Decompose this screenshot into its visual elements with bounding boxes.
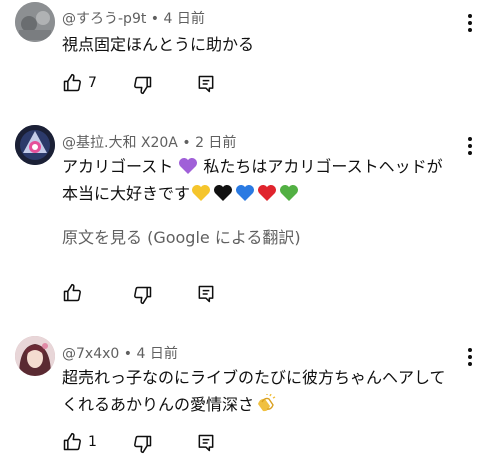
timestamp[interactable]: 4 日前 bbox=[164, 11, 205, 27]
thumbs-down-icon bbox=[134, 286, 152, 305]
comment-actions: 1 bbox=[0, 429, 500, 459]
reply-icon bbox=[198, 434, 214, 452]
like-count: 1 bbox=[88, 434, 97, 450]
thumbs-up-icon bbox=[63, 73, 81, 92]
author-name[interactable]: @基拉.大和 X20A bbox=[62, 135, 178, 151]
dislike-button[interactable] bbox=[133, 75, 153, 95]
reply-button[interactable] bbox=[196, 433, 216, 453]
reply-icon bbox=[198, 285, 214, 303]
thumbs-up-icon bbox=[63, 283, 81, 302]
comment-text: 視点固定ほんとうに助かる bbox=[62, 35, 255, 54]
separator: • bbox=[182, 135, 191, 151]
dislike-button[interactable] bbox=[133, 285, 153, 305]
avatar[interactable] bbox=[15, 125, 55, 165]
black-heart-icon bbox=[212, 184, 234, 203]
comment-meta: @すろう-p9t • 4 日前 bbox=[62, 8, 205, 28]
timestamp[interactable]: 4 日前 bbox=[136, 346, 177, 362]
thumbs-up-icon bbox=[63, 432, 81, 451]
comment-meta: @7x4x0 • 4 日前 bbox=[62, 343, 178, 363]
red-heart-icon bbox=[256, 184, 278, 203]
like-button[interactable]: 7 bbox=[62, 73, 97, 93]
dislike-button[interactable] bbox=[133, 434, 153, 454]
reply-icon bbox=[198, 75, 214, 93]
timestamp[interactable]: 2 日前 bbox=[195, 135, 236, 151]
like-button[interactable] bbox=[62, 283, 88, 303]
separator: • bbox=[150, 11, 160, 27]
comment-meta: @基拉.大和 X20A • 2 日前 bbox=[62, 132, 236, 152]
clapping-hands-icon bbox=[254, 393, 276, 414]
author-name[interactable]: @7x4x0 bbox=[62, 346, 119, 362]
author-name[interactable]: @すろう-p9t bbox=[62, 11, 146, 27]
reply-button[interactable] bbox=[196, 74, 216, 94]
see-original-link[interactable]: 原文を見る (Google による翻訳) bbox=[62, 224, 301, 248]
like-count: 7 bbox=[88, 75, 97, 91]
comment-actions bbox=[0, 280, 500, 310]
purple-heart-icon bbox=[178, 157, 198, 176]
thumbs-down-icon bbox=[134, 435, 152, 454]
separator: • bbox=[123, 346, 133, 362]
more-options-button[interactable] bbox=[460, 134, 480, 158]
comment-text: 超売れっ子なのにライブのたびに彼方ちゃんヘアして くれるあかりんの愛情深さ bbox=[62, 368, 446, 414]
comment-text: アカリゴースト 私たちはアカリゴーストヘッドが 本当に大好きです bbox=[62, 157, 443, 203]
avatar[interactable] bbox=[15, 2, 55, 42]
comment-actions: 7 bbox=[0, 70, 500, 100]
more-options-button[interactable] bbox=[460, 345, 480, 369]
yellow-heart-icon bbox=[190, 184, 212, 203]
thumbs-down-icon bbox=[134, 76, 152, 95]
more-options-button[interactable] bbox=[460, 11, 480, 35]
blue-heart-icon bbox=[234, 184, 256, 203]
like-button[interactable]: 1 bbox=[62, 432, 97, 452]
avatar[interactable] bbox=[15, 336, 55, 376]
green-heart-icon bbox=[278, 184, 300, 203]
reply-button[interactable] bbox=[196, 284, 216, 304]
